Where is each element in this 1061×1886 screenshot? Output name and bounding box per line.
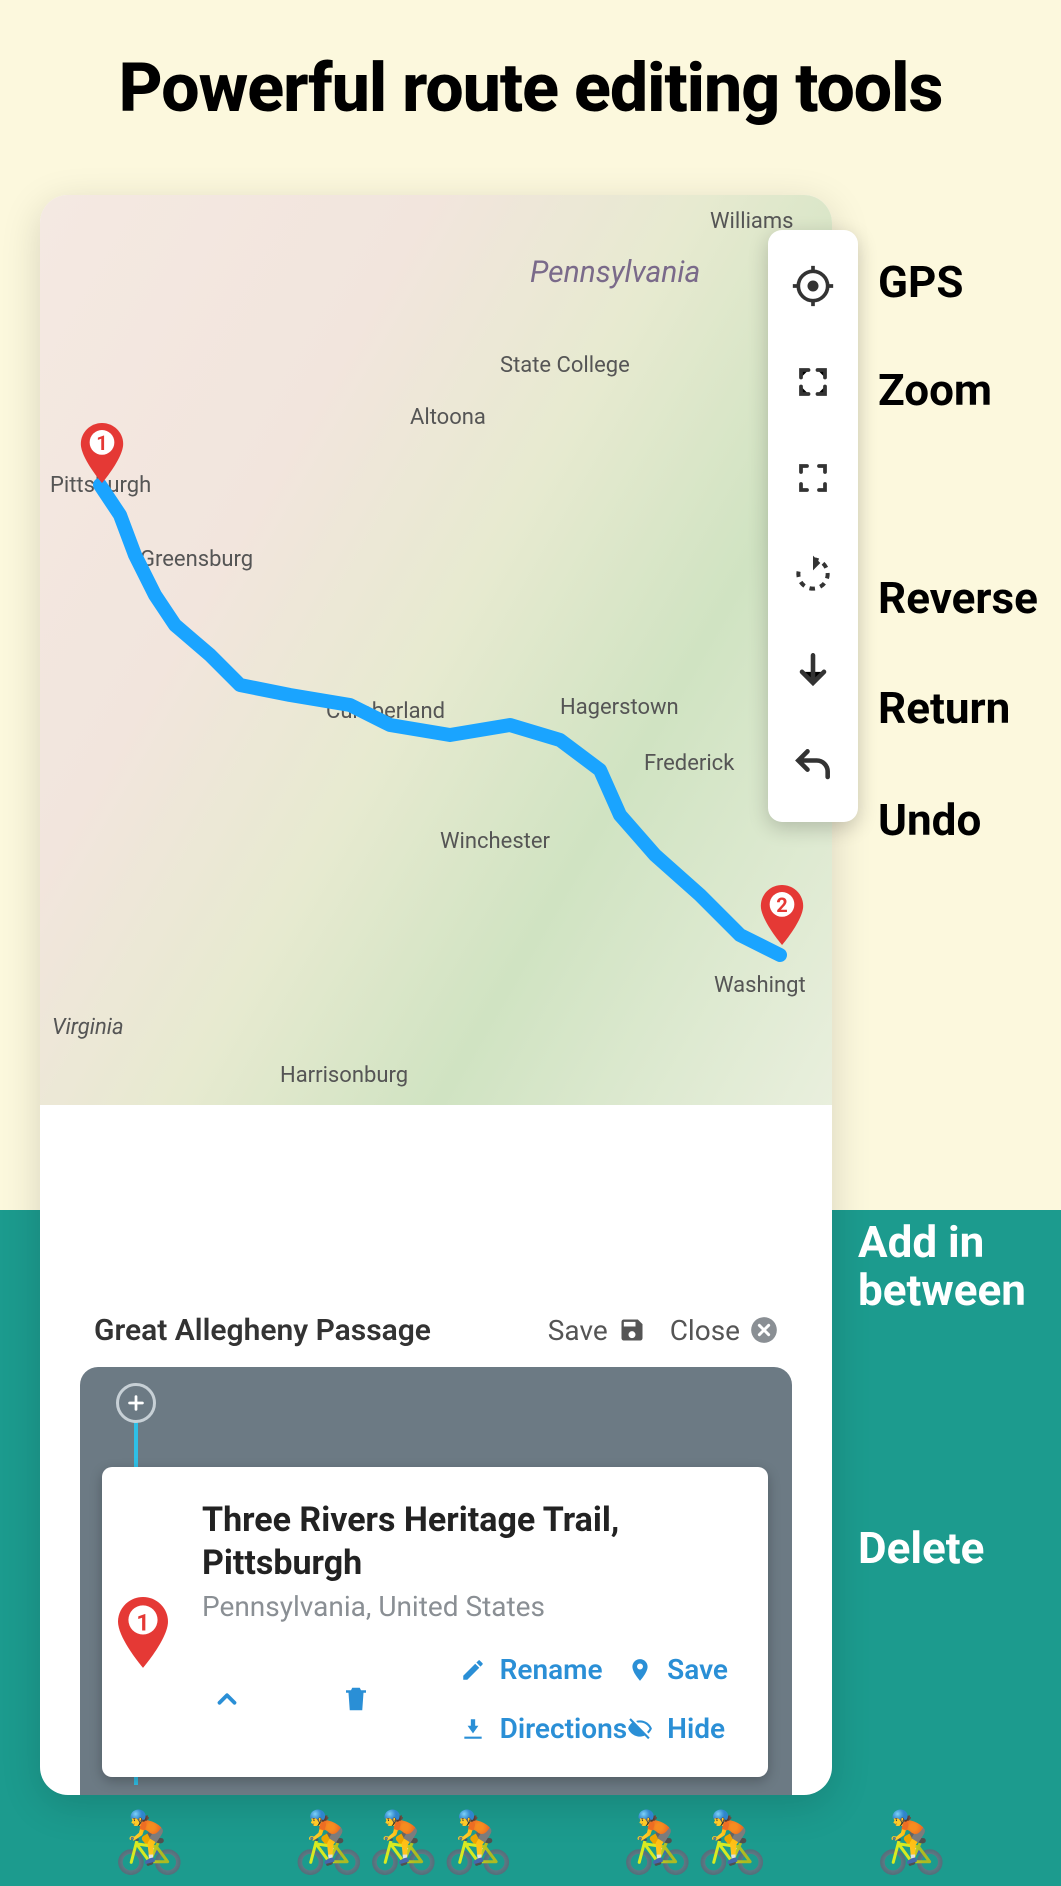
waypoint-pin: 1 — [118, 1597, 168, 1672]
save-wp-label: Save — [667, 1653, 728, 1686]
cyclists-decoration: 🚴 🚴🚴🚴 🚴🚴 🚴 — [0, 1807, 1061, 1878]
page-headline: Powerful route editing tools — [0, 48, 1061, 128]
close-button[interactable]: Close — [670, 1314, 778, 1347]
directions-button[interactable]: Directions — [460, 1712, 628, 1745]
pencil-icon — [460, 1657, 486, 1683]
arrow-down-icon — [791, 648, 835, 692]
close-label: Close — [670, 1314, 740, 1347]
map-toolbar — [768, 230, 858, 822]
map-city: Cumberland — [326, 699, 445, 724]
waypoints-panel: 1 Three Rivers Heritage Trail, Pittsburg… — [80, 1367, 792, 1795]
add-waypoint-before-button[interactable] — [116, 1383, 156, 1423]
zoom-button[interactable] — [778, 338, 848, 426]
route-name: Great Allegheny Passage — [94, 1313, 524, 1348]
gps-button[interactable] — [778, 242, 848, 330]
undo-button[interactable] — [778, 722, 848, 810]
cyclist-icon: 🚴 — [874, 1807, 949, 1878]
close-icon — [750, 1316, 778, 1344]
chevron-up-icon — [212, 1684, 242, 1714]
eye-off-icon — [627, 1716, 653, 1742]
rename-button[interactable]: Rename — [460, 1653, 628, 1686]
app-screenshot: Pennsylvania Williams State College Alto… — [40, 195, 832, 1795]
callout-delete: Delete — [858, 1522, 984, 1574]
map-city: State College — [500, 353, 630, 378]
frame-button[interactable] — [778, 434, 848, 522]
cyclist-icon: 🚴 — [112, 1807, 187, 1878]
hide-button[interactable]: Hide — [627, 1712, 728, 1745]
directions-icon — [460, 1716, 486, 1742]
rename-label: Rename — [500, 1653, 603, 1686]
callout-add-between: Add in between — [858, 1218, 1061, 1315]
callout-return: Return — [878, 682, 1010, 734]
fullscreen-icon — [795, 460, 831, 496]
map-city: Winchester — [440, 829, 550, 854]
map-city: Virginia — [52, 1015, 124, 1040]
save-waypoint-button[interactable]: Save — [627, 1653, 728, 1686]
cyclist-icon: 🚴🚴 — [620, 1807, 769, 1878]
gps-icon — [791, 264, 835, 308]
route-header: Great Allegheny Passage Save Close — [94, 1295, 778, 1365]
map-city: Frederick — [644, 751, 734, 776]
bookmark-pin-icon — [627, 1657, 653, 1683]
map-canvas[interactable]: Pennsylvania Williams State College Alto… — [40, 195, 832, 1105]
map-city: Harrisonburg — [280, 1063, 408, 1088]
trash-icon — [341, 1684, 371, 1714]
callout-gps: GPS — [878, 256, 963, 308]
callout-zoom: Zoom — [878, 364, 992, 416]
save-label: Save — [548, 1314, 608, 1347]
collapse-button[interactable] — [202, 1674, 252, 1724]
directions-label: Directions — [500, 1712, 628, 1745]
save-button[interactable]: Save — [548, 1314, 646, 1347]
reverse-button[interactable] — [778, 530, 848, 618]
waypoint-subtitle: Pennsylvania, United States — [202, 1590, 728, 1623]
hide-label: Hide — [667, 1712, 725, 1745]
map-city: Altoona — [410, 405, 486, 430]
save-icon — [618, 1316, 646, 1344]
end-pin[interactable]: 2 — [760, 885, 804, 945]
waypoint-card: 1 Three Rivers Heritage Trail, Pittsburg… — [102, 1467, 768, 1777]
undo-icon — [791, 744, 835, 788]
pin-number: 1 — [80, 431, 124, 455]
map-region-label: Pennsylvania — [530, 255, 700, 290]
reverse-icon — [791, 552, 835, 596]
delete-waypoint-button[interactable] — [331, 1674, 381, 1724]
map-city: Greensburg — [140, 547, 253, 572]
expand-icon — [795, 364, 831, 400]
start-pin[interactable]: 1 — [80, 423, 124, 483]
return-button[interactable] — [778, 626, 848, 714]
map-city: Hagerstown — [560, 695, 679, 720]
callout-undo: Undo — [878, 794, 981, 846]
plus-icon — [125, 1392, 147, 1414]
map-city: Washingt — [714, 973, 806, 998]
svg-text:1: 1 — [136, 1609, 149, 1636]
callout-reverse: Reverse — [878, 572, 1038, 624]
pin-number: 2 — [760, 893, 804, 917]
waypoint-title: Three Rivers Heritage Trail, Pittsburgh — [202, 1499, 728, 1584]
route-polyline — [40, 195, 832, 1105]
cyclist-icon: 🚴🚴🚴 — [291, 1807, 515, 1878]
